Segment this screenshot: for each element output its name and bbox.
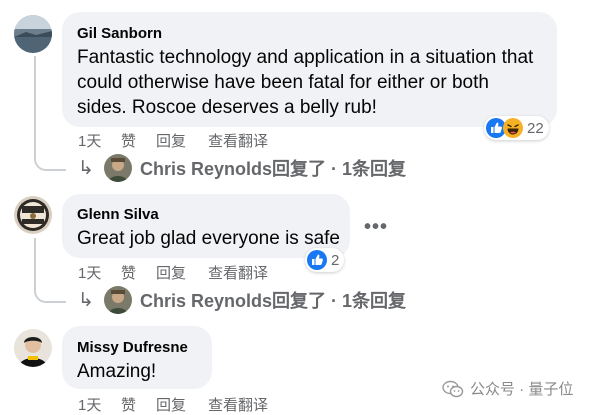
- comment-text-line: Great job glad everyone is safe: [77, 228, 340, 249]
- reply-avatar: [104, 154, 132, 182]
- watermark-text: 公众号 · 量子位: [470, 381, 574, 398]
- comment-text-line: could otherwise have been fatal for eith…: [77, 72, 489, 93]
- more-options-button[interactable]: •••: [364, 216, 388, 239]
- reply-arrow-icon: ↳: [78, 289, 94, 311]
- comment-author[interactable]: Missy Dufresne: [77, 339, 188, 356]
- haha-icon: [503, 118, 523, 138]
- comment-time[interactable]: 1天: [78, 262, 121, 283]
- see-translation-button[interactable]: 查看翻译: [208, 394, 268, 415]
- comment-time[interactable]: 1天: [78, 130, 121, 151]
- reply-summary: Chris Reynolds回复了 · 1条回复: [140, 291, 407, 311]
- comment-actions: 1天 赞 回复 查看翻译: [78, 130, 268, 151]
- reply-avatar: [104, 286, 132, 314]
- comment-author[interactable]: Gil Sanborn: [77, 25, 162, 42]
- like-button[interactable]: 赞: [121, 262, 156, 283]
- like-icon: [307, 250, 327, 270]
- avatar[interactable]: [14, 329, 52, 367]
- thread-line: [34, 238, 36, 278]
- reactions-summary[interactable]: 22: [484, 116, 549, 140]
- thread-line: [34, 56, 36, 146]
- view-replies-link[interactable]: ↳ Chris Reynolds回复了 · 1条回复: [78, 154, 406, 182]
- reactions-summary[interactable]: 2: [305, 248, 345, 272]
- comment-actions: 1天 赞 回复 查看翻译: [78, 394, 268, 415]
- reply-button[interactable]: 回复: [156, 262, 208, 283]
- see-translation-button[interactable]: 查看翻译: [208, 262, 268, 283]
- comment-actions: 1天 赞 回复 查看翻译: [78, 262, 268, 283]
- comment-author[interactable]: Glenn Silva: [77, 206, 159, 223]
- see-translation-button[interactable]: 查看翻译: [208, 130, 268, 151]
- reaction-count: 22: [527, 119, 544, 137]
- thread-curve: [34, 145, 66, 171]
- avatar[interactable]: [14, 196, 52, 234]
- avatar[interactable]: [14, 15, 52, 53]
- like-button[interactable]: 赞: [121, 130, 156, 151]
- reply-summary: Chris Reynolds回复了 · 1条回复: [140, 159, 407, 179]
- reply-arrow-icon: ↳: [78, 157, 94, 179]
- view-replies-link[interactable]: ↳ Chris Reynolds回复了 · 1条回复: [78, 286, 406, 314]
- wechat-icon: [442, 380, 464, 398]
- reaction-count: 2: [331, 251, 340, 269]
- comment-text-line: sides. Roscoe deserves a belly rub!: [77, 97, 377, 118]
- like-button[interactable]: 赞: [121, 394, 156, 415]
- watermark: 公众号 · 量子位: [442, 378, 573, 399]
- reply-button[interactable]: 回复: [156, 130, 208, 151]
- thread-curve: [34, 277, 66, 303]
- comment-text-line: Fantastic technology and application in …: [77, 47, 534, 68]
- reply-button[interactable]: 回复: [156, 394, 208, 415]
- comment-time[interactable]: 1天: [78, 394, 121, 415]
- comment-text-line: Amazing!: [77, 361, 157, 382]
